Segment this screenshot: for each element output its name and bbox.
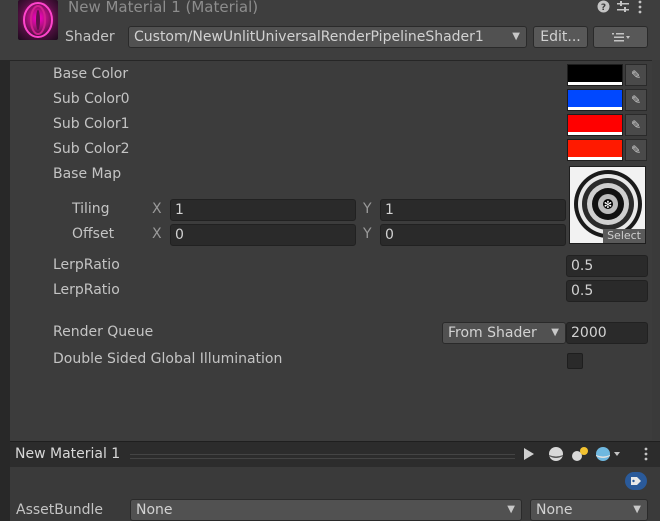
tiling-x-label: X	[152, 201, 162, 217]
render-queue-mode: From Shader	[448, 325, 537, 341]
help-icon[interactable]: ?	[597, 0, 610, 17]
eyedropper-icon[interactable]: ✎	[625, 139, 647, 161]
lerp-ratio-field-2[interactable]: 0.5	[566, 280, 648, 302]
offset-x-label: X	[152, 226, 162, 242]
header-divider	[10, 60, 660, 61]
asset-bundle-variant-value: None	[536, 502, 573, 518]
chevron-down-icon: ▼	[512, 31, 520, 42]
sub-color2-label: Sub Color2	[53, 141, 130, 157]
base-color-swatch[interactable]	[567, 64, 623, 86]
texture-select-button[interactable]: Select	[603, 229, 645, 243]
sub-color1-swatch[interactable]	[567, 114, 623, 136]
offset-label: Offset	[72, 226, 115, 242]
eyedropper-icon[interactable]: ✎	[625, 114, 647, 136]
shader-value: Custom/NewUnlitUniversalRenderPipelineSh…	[134, 29, 484, 45]
left-panel-strip	[0, 0, 10, 521]
eyedropper-icon[interactable]: ✎	[625, 89, 647, 111]
double-sided-gi-checkbox[interactable]	[567, 353, 583, 369]
kebab-menu-icon[interactable]	[637, 0, 643, 18]
render-queue-dropdown[interactable]: From Shader ▼	[442, 322, 566, 344]
shader-label: Shader	[65, 29, 115, 45]
double-sided-gi-label: Double Sided Global Illumination	[53, 351, 283, 367]
sphere-icon[interactable]	[548, 446, 564, 466]
base-map-label: Base Map	[53, 166, 122, 182]
offset-y-label: Y	[363, 226, 372, 242]
render-queue-field[interactable]: 2000	[566, 322, 648, 344]
chevron-down-icon: ▼	[633, 504, 641, 515]
label-tag-icon[interactable]	[625, 472, 647, 494]
offset-x-field[interactable]: 0	[170, 224, 356, 246]
play-icon[interactable]	[523, 447, 535, 465]
chevron-down-icon: ▼	[551, 327, 559, 338]
edit-shader-button[interactable]: Edit...	[533, 26, 588, 48]
material-title: New Material 1 (Material)	[68, 0, 259, 16]
base-color-label: Base Color	[53, 66, 129, 82]
eyedropper-icon[interactable]: ✎	[625, 64, 647, 86]
sub-color2-swatch[interactable]	[567, 139, 623, 161]
lerp-ratio-label-2: LerpRatio	[53, 282, 120, 298]
tiling-label: Tiling	[72, 201, 110, 217]
render-queue-label: Render Queue	[53, 324, 154, 340]
list-menu-icon	[611, 33, 630, 42]
sub-color1-label: Sub Color1	[53, 116, 130, 132]
shape-sphere-icon[interactable]	[595, 446, 621, 466]
lerp-ratio-label: LerpRatio	[53, 257, 120, 273]
asset-bundle-dropdown[interactable]: None ▼	[130, 499, 522, 521]
tiling-y-label: Y	[363, 201, 372, 217]
lerp-ratio-field[interactable]: 0.5	[566, 255, 648, 277]
sub-color0-label: Sub Color0	[53, 91, 130, 107]
shader-options-dropdown[interactable]	[593, 26, 648, 48]
preview-kebab-icon[interactable]	[643, 447, 649, 465]
base-map-texture-slot[interactable]: ✻ Select	[569, 166, 646, 244]
asset-bundle-value: None	[136, 502, 173, 518]
tiling-y-field[interactable]: 1	[380, 199, 566, 221]
tiling-x-field[interactable]: 1	[170, 199, 356, 221]
asset-bundle-variant-dropdown[interactable]: None ▼	[530, 499, 648, 521]
asset-bundle-label: AssetBundle	[16, 502, 104, 518]
sub-color0-swatch[interactable]	[567, 89, 623, 111]
lighting-icon[interactable]	[571, 446, 589, 466]
preview-drag-handle[interactable]	[130, 454, 515, 459]
svg-text:✻: ✻	[604, 200, 612, 211]
inspector-scroll-area	[652, 60, 660, 440]
shader-dropdown[interactable]: Custom/NewUnlitUniversalRenderPipelineSh…	[128, 26, 527, 48]
chevron-down-icon: ▼	[507, 504, 515, 515]
preview-toolbar: New Material 1	[10, 441, 660, 468]
preview-title: New Material 1	[15, 446, 121, 462]
preset-icon[interactable]	[616, 0, 630, 18]
material-thumbnail	[18, 0, 58, 40]
svg-text:?: ?	[601, 3, 606, 13]
offset-y-field[interactable]: 0	[380, 224, 566, 246]
